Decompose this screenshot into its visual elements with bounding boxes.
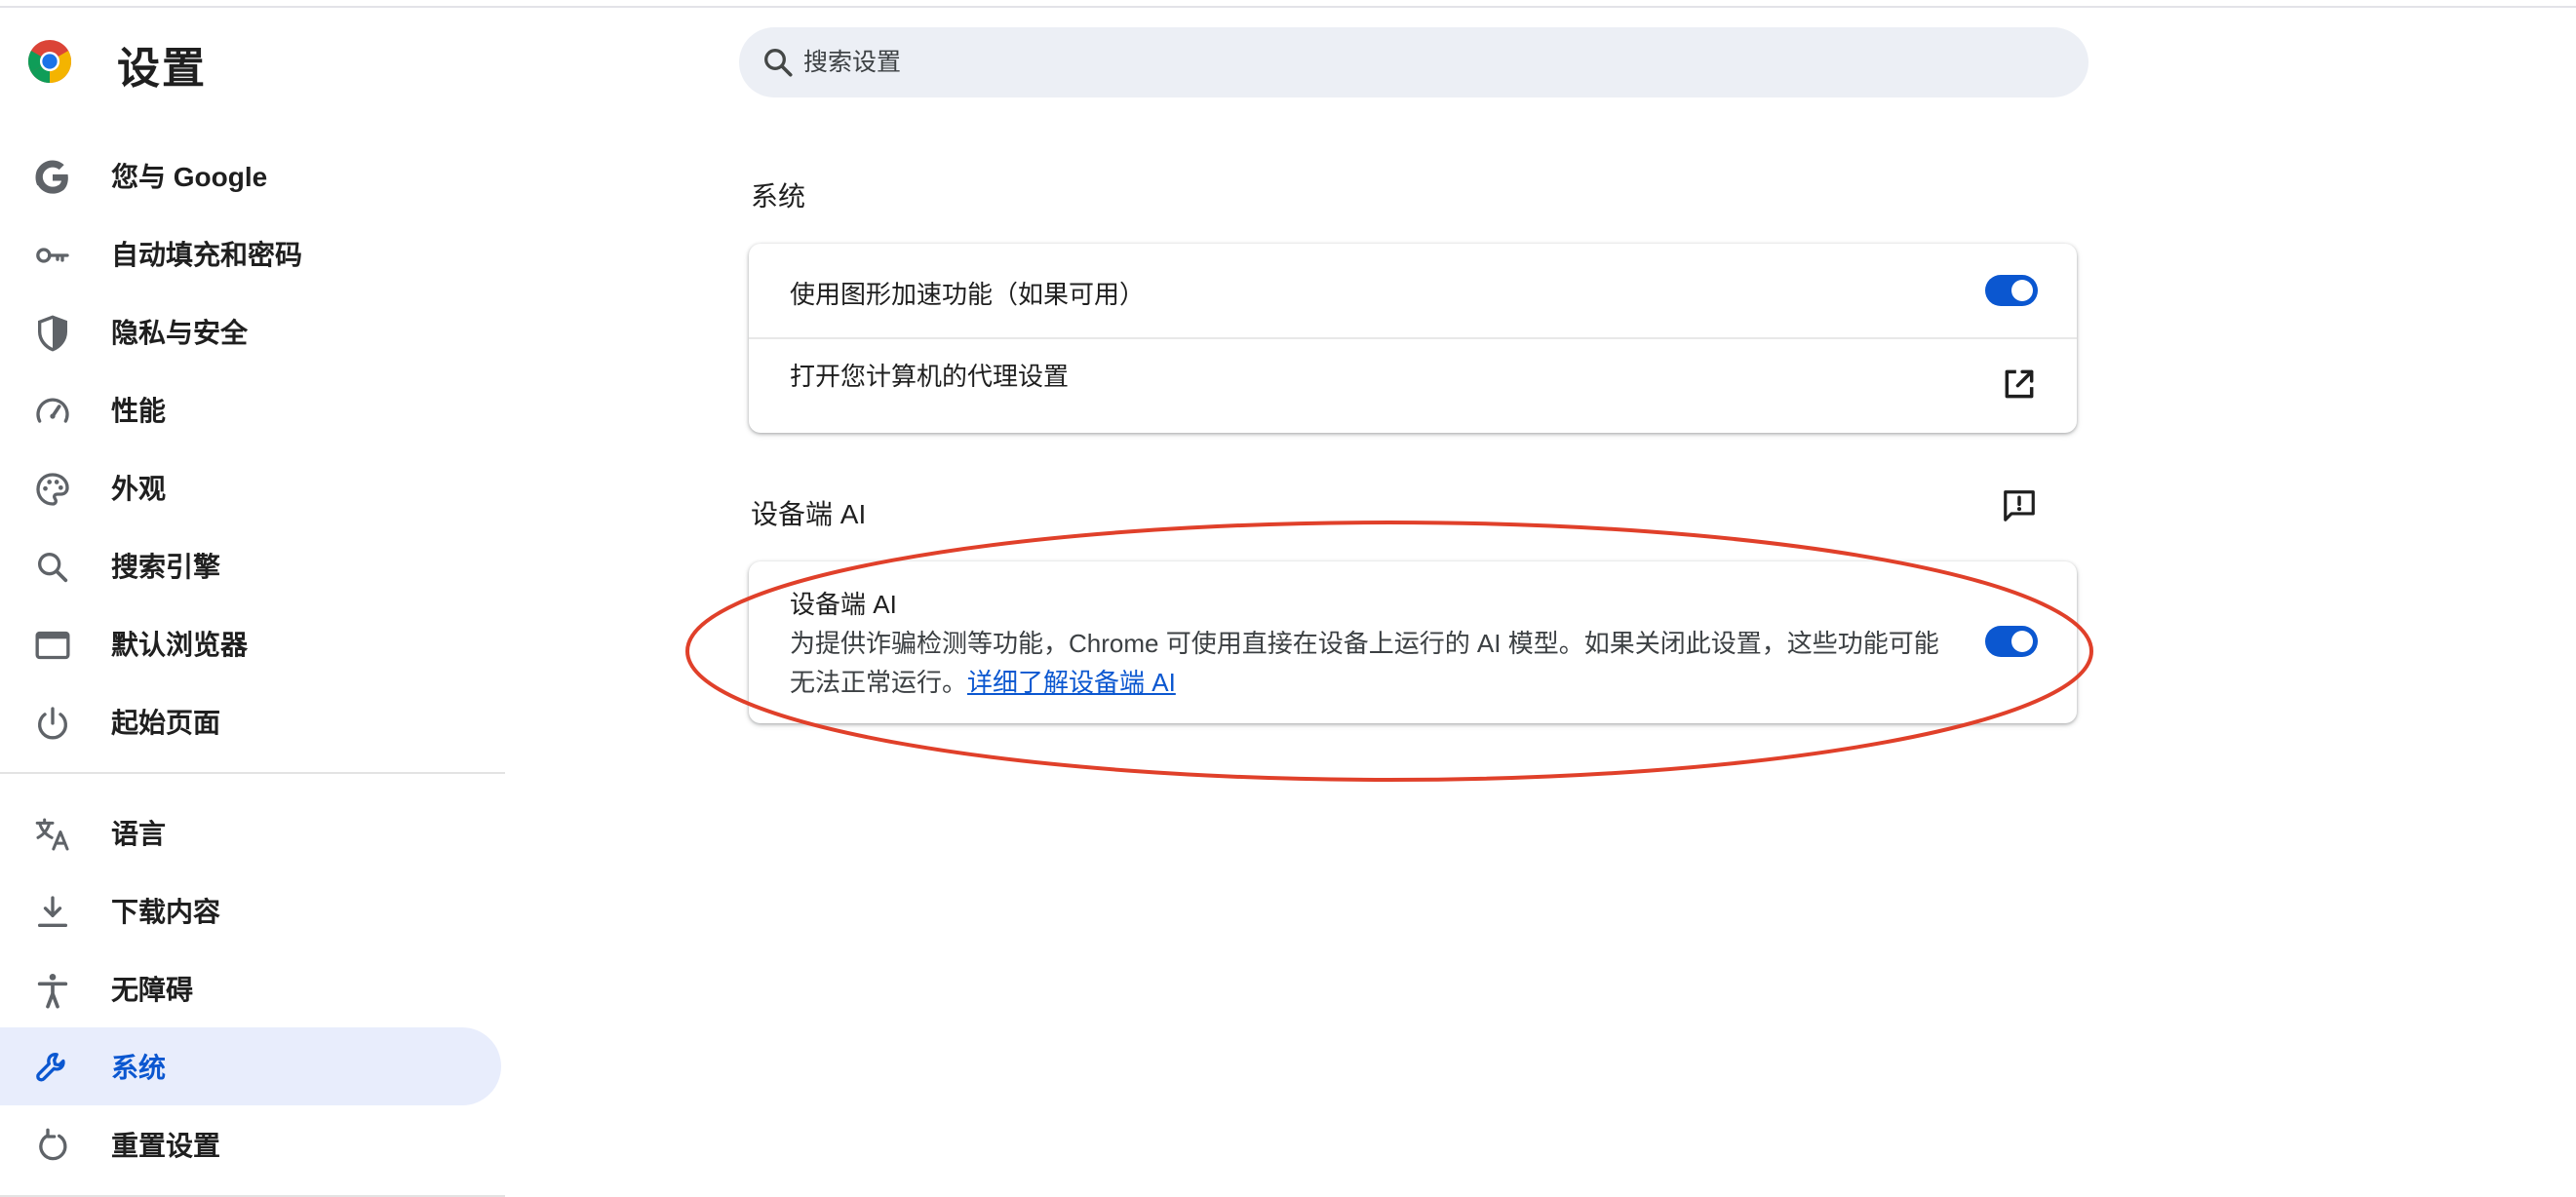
sidebar-item-downloads[interactable]: 下载内容 [0,871,501,949]
power-icon [38,707,67,740]
feedback-icon[interactable] [2001,487,2038,524]
speedometer-icon [36,398,69,423]
sidebar-item-label: 自动填充和密码 [111,240,303,270]
sidebar-item-privacy[interactable]: 隐私与安全 [0,292,501,370]
toggle-knob [2011,280,2033,301]
on-device-ai-card: 设备端 AI 为提供诈骗检测等功能，Chrome 可使用直接在设备上运行的 AI… [749,561,2077,723]
sidebar-item-label: 重置设置 [111,1131,221,1161]
sidebar-item-label: 外观 [111,474,167,504]
sidebar-item-label: 起始页面 [111,708,221,738]
google-g-icon [35,160,68,194]
key-icon [36,248,69,263]
sidebar-item-label: 您与 Google [111,162,268,192]
sidebar-item-appearance[interactable]: 外观 [0,448,501,526]
sidebar-item-you-and-google[interactable]: 您与 Google [0,136,501,214]
hardware-acceleration-label: 使用图形加速功能（如果可用） [790,280,1146,309]
toggle-knob [2011,631,2033,652]
sidebar-item-languages[interactable]: 语言 [0,793,501,871]
sidebar-item-label: 默认浏览器 [111,630,249,660]
hardware-acceleration-toggle[interactable] [1985,275,2038,306]
section-title-on-device-ai: 设备端 AI [751,499,867,529]
sidebar-item-label: 系统 [111,1053,167,1083]
sidebar-item-reset[interactable]: 重置设置 [0,1105,501,1183]
sidebar-item-search-engine[interactable]: 搜索引擎 [0,526,501,604]
sidebar-item-performance[interactable]: 性能 [0,370,501,448]
on-device-ai-row[interactable]: 设备端 AI 为提供诈骗检测等功能，Chrome 可使用直接在设备上运行的 AI… [749,561,2077,723]
download-icon [38,896,68,927]
section-title-system: 系统 [751,181,806,212]
settings-page: 设置 您与 Google 自动填充和密码 隐私与安全 [0,0,2576,1197]
proxy-settings-row[interactable]: 打开您计算机的代理设置 [749,339,2077,433]
external-link-icon[interactable] [2001,366,2038,403]
sidebar-item-label: 搜索引擎 [111,552,221,582]
on-device-ai-description: 为提供诈骗检测等功能，Chrome 可使用直接在设备上运行的 AI 模型。如果关… [790,624,1940,702]
sidebar-item-label: 无障碍 [111,975,194,1005]
on-device-ai-description-text: 为提供诈骗检测等功能，Chrome 可使用直接在设备上运行的 AI 模型。如果关… [790,629,1939,697]
sidebar-item-label: 下载内容 [111,897,221,927]
system-settings-card: 使用图形加速功能（如果可用） 打开您计算机的代理设置 [749,244,2077,433]
palette-icon [36,473,69,506]
on-device-ai-title: 设备端 AI [790,590,897,619]
sidebar-item-default-browser[interactable]: 默认浏览器 [0,604,501,682]
sidebar-item-label: 语言 [111,819,167,849]
accessibility-icon [37,974,68,1009]
shield-icon [38,315,67,352]
search-icon [38,553,68,583]
sidebar-divider [0,772,505,774]
translate-icon [35,818,69,851]
search-input[interactable] [803,41,1973,84]
reset-icon [39,1128,67,1161]
browser-window-icon [35,631,70,660]
proxy-settings-label: 打开您计算机的代理设置 [790,362,1070,391]
sidebar-item-accessibility[interactable]: 无障碍 [0,949,501,1027]
search-icon [764,49,793,77]
sidebar-item-label: 隐私与安全 [111,318,249,348]
search-bar[interactable] [739,27,2088,97]
chrome-logo-icon [27,39,72,84]
hardware-acceleration-row[interactable]: 使用图形加速功能（如果可用） [749,244,2077,337]
learn-more-link[interactable]: 详细了解设备端 AI [967,668,1176,697]
wrench-icon [36,1053,65,1082]
sidebar-item-system[interactable]: 系统 [0,1027,501,1105]
on-device-ai-toggle[interactable] [1985,626,2038,657]
page-title: 设置 [117,45,207,93]
sidebar-item-startup[interactable]: 起始页面 [0,682,501,760]
window-top-border [0,0,2576,8]
sidebar-item-label: 性能 [111,396,167,426]
sidebar-item-autofill[interactable]: 自动填充和密码 [0,214,501,292]
